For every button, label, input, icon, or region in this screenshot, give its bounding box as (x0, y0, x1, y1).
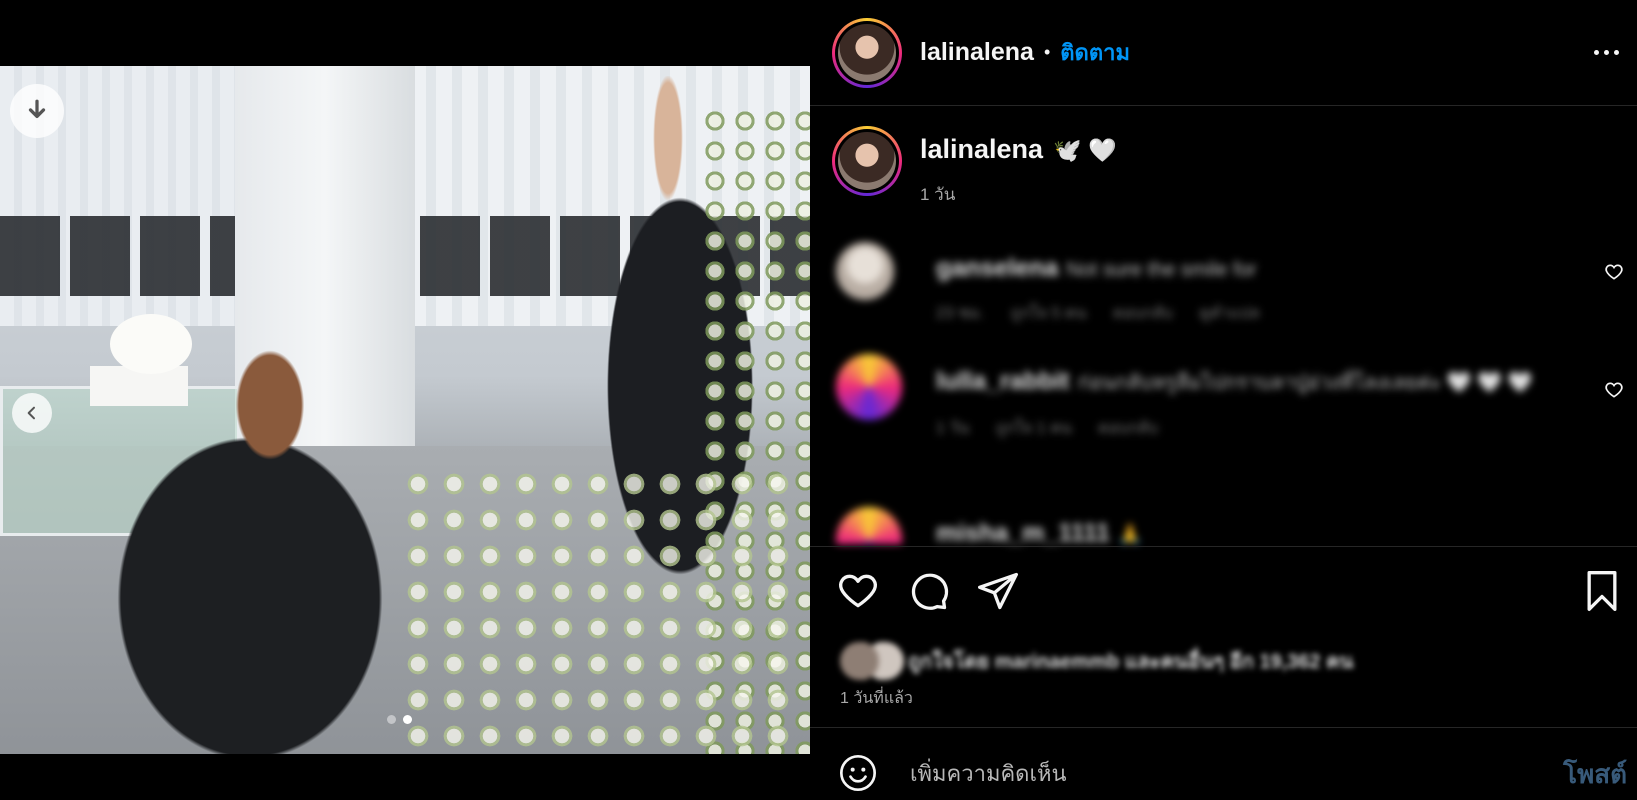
comment-text: 🙏 (1117, 524, 1143, 544)
caption-emoji: 🕊️ 🤍 (1053, 137, 1117, 163)
comment-likes[interactable]: ถูกใจ 1 คน (996, 420, 1072, 437)
comment-likes[interactable]: ถูกใจ 5 คน (1011, 305, 1087, 322)
comment-time: 23 ชม. (936, 305, 985, 322)
comment-username[interactable]: misha_m_1111 (936, 519, 1110, 544)
download-icon (28, 99, 46, 119)
comment-text: Not sure the smile for (1066, 259, 1257, 281)
caption-username[interactable]: lalinalena (920, 134, 1043, 164)
comment-meta: 23 ชม. ถูกใจ 5 คน ตอบกลับ ดูคำแปล (936, 301, 1556, 326)
follow-button[interactable]: ติดตาม (1060, 35, 1130, 70)
reply-button[interactable]: ตอบกลับ (1113, 305, 1173, 322)
post-panel: lalinalena • ติดตาม lalinalena 🕊️ 🤍 1 วัน… (810, 0, 1637, 800)
see-translation-button[interactable]: ดูคำแปล (1199, 305, 1259, 322)
previous-slide-button[interactable] (12, 393, 52, 433)
more-icon[interactable] (1589, 40, 1623, 64)
comment-list[interactable]: ganselena Not sure the smile for 23 ชม. ถ… (810, 232, 1637, 544)
heart-icon[interactable] (836, 569, 880, 613)
slide-dot (387, 715, 396, 724)
action-bar (810, 546, 1637, 630)
slide-dot-active (403, 715, 412, 724)
comment-avatar[interactable] (836, 354, 902, 420)
emoji-icon[interactable] (838, 753, 878, 793)
download-button[interactable] (10, 84, 64, 138)
header-username[interactable]: lalinalena (920, 38, 1034, 67)
comment-heart-icon[interactable] (1604, 380, 1624, 400)
caption: lalinalena 🕊️ 🤍 1 วัน (832, 126, 1117, 208)
likes-avatars (840, 642, 904, 680)
comment-username[interactable]: ganselena (936, 254, 1058, 282)
header-separator: • (1043, 42, 1051, 62)
post-media (0, 0, 810, 800)
comment-avatar[interactable] (836, 507, 902, 544)
comment-icon[interactable] (906, 569, 950, 613)
post-button[interactable]: โพสต์ (1563, 754, 1627, 795)
likes-text[interactable]: ถูกใจโดย marinaemmb และคนอื่นๆ อีก 19,36… (908, 645, 1353, 677)
post-date: 1 วันที่แล้ว (840, 690, 913, 707)
comment-avatar[interactable] (836, 242, 894, 300)
caption-time: 1 วัน (920, 185, 956, 204)
comment-text: ก่อนกลับหรูลืมไปกราบลาปู่อ่วงที่โลงเลยค่… (1077, 372, 1533, 394)
likes-summary[interactable]: ถูกใจโดย marinaemmb และคนอื่นๆ อีก 19,36… (840, 642, 1353, 680)
comment-time: 1 วัน (936, 420, 970, 437)
comment-input[interactable] (910, 754, 1470, 794)
caption-avatar[interactable] (832, 126, 902, 196)
post-header: lalinalena • ติดตาม (810, 0, 1637, 106)
comment-username[interactable]: lulla_rabbit (936, 367, 1069, 395)
reply-button[interactable]: ตอบกลับ (1098, 420, 1158, 437)
avatar[interactable] (832, 17, 902, 88)
photo-flowers-foreground (400, 466, 800, 754)
bookmark-icon[interactable] (1580, 569, 1624, 613)
comment-meta: 1 วัน ถูกใจ 1 คน ตอบกลับ (936, 416, 1556, 441)
comment-composer: โพสต์ (810, 727, 1637, 800)
comment-heart-icon[interactable] (1604, 262, 1624, 282)
slide-indicator (387, 715, 412, 724)
post-photo[interactable] (0, 66, 810, 754)
chevron-left-icon (27, 406, 35, 420)
share-icon[interactable] (976, 569, 1020, 613)
